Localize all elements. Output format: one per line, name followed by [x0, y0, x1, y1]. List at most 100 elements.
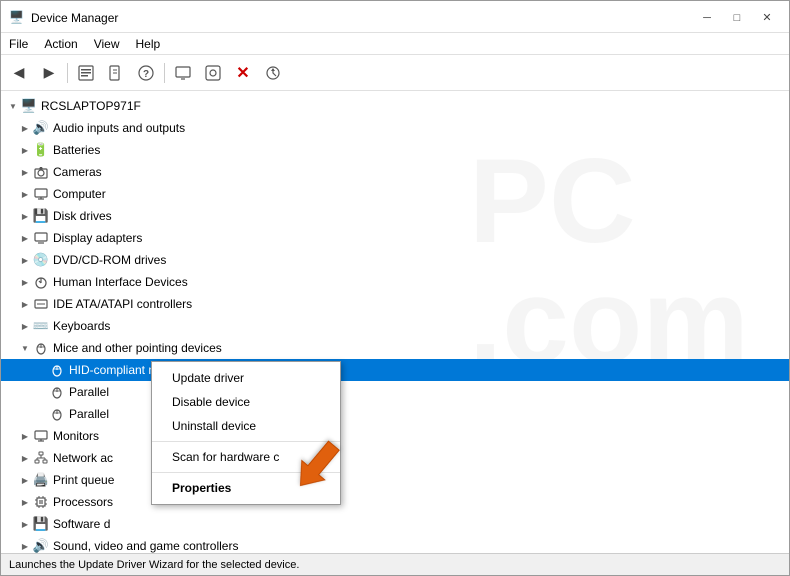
expand-processors-icon: ▶	[17, 494, 33, 510]
ctx-disable-device[interactable]: Disable device	[152, 390, 340, 414]
tree-item-mice[interactable]: ▼ Mice and other pointing devices	[1, 337, 789, 359]
back-button[interactable]: ◀	[5, 59, 33, 87]
hid-label: Human Interface Devices	[53, 275, 188, 289]
expand-monitors-icon: ▶	[17, 428, 33, 444]
computer-icon: 🖥️	[21, 98, 37, 114]
tree-item-network[interactable]: ▶ Network ac	[1, 447, 789, 469]
ctx-properties[interactable]: Properties	[152, 476, 340, 500]
toolbar: ◀ ▶ ? ✕	[1, 55, 789, 91]
tree-item-cameras[interactable]: ▶ Cameras	[1, 161, 789, 183]
tree-item-display[interactable]: ▶ Display adapters	[1, 227, 789, 249]
tree-item-sound[interactable]: ▶ 🔊 Sound, video and game controllers	[1, 535, 789, 553]
cameras-icon	[33, 164, 49, 180]
minimize-button[interactable]: ─	[693, 7, 721, 29]
scan-button[interactable]	[199, 59, 227, 87]
tree-item-audio[interactable]: ▶ 🔊 Audio inputs and outputs	[1, 117, 789, 139]
disk-icon: 💾	[33, 208, 49, 224]
help-button[interactable]: ?	[132, 59, 160, 87]
new-button[interactable]	[102, 59, 130, 87]
cameras-label: Cameras	[53, 165, 102, 179]
ctx-update-driver[interactable]: Update driver	[152, 366, 340, 390]
keyboard-icon: ⌨️	[33, 318, 49, 334]
tree-item-processors[interactable]: ▶ Processors	[1, 491, 789, 513]
title-left: 🖥️ Device Manager	[9, 10, 118, 26]
tree-item-software[interactable]: ▶ 💾 Software d	[1, 513, 789, 535]
dvd-icon: 💿	[33, 252, 49, 268]
tree-view[interactable]: ▼ 🖥️ RCSLAPTOP971F ▶ 🔊 Audio inputs and …	[1, 91, 789, 553]
tree-root[interactable]: ▼ 🖥️ RCSLAPTOP971F	[1, 95, 789, 117]
menu-view[interactable]: View	[86, 35, 128, 53]
tree-item-print[interactable]: ▶ 🖨️ Print queue	[1, 469, 789, 491]
display-label: Display adapters	[53, 231, 142, 245]
tree-item-hid[interactable]: ▶ Human Interface Devices	[1, 271, 789, 293]
keyboards-label: Keyboards	[53, 319, 110, 333]
tree-item-ide[interactable]: ▶ IDE ATA/ATAPI controllers	[1, 293, 789, 315]
print-icon: 🖨️	[33, 472, 49, 488]
expand-batteries-icon: ▶	[17, 142, 33, 158]
expand-disk-icon: ▶	[17, 208, 33, 224]
display-button[interactable]	[169, 59, 197, 87]
hid-mouse-icon	[49, 362, 65, 378]
audio-icon: 🔊	[33, 120, 49, 136]
close-button[interactable]: ✕	[753, 7, 781, 29]
tree-item-parallel2[interactable]: Parallel	[1, 403, 789, 425]
remove-button[interactable]: ✕	[229, 59, 257, 87]
mice-icon	[33, 340, 49, 356]
expand-parallel2-icon	[33, 406, 49, 422]
expand-sound-icon: ▶	[17, 538, 33, 553]
tree-item-keyboards[interactable]: ▶ ⌨️ Keyboards	[1, 315, 789, 337]
tree-item-batteries[interactable]: ▶ 🔋 Batteries	[1, 139, 789, 161]
batteries-icon: 🔋	[33, 142, 49, 158]
tree-item-disk[interactable]: ▶ 💾 Disk drives	[1, 205, 789, 227]
comp-icon	[33, 186, 49, 202]
parallel1-icon	[49, 384, 65, 400]
expand-hid-icon: ▶	[17, 274, 33, 290]
display-adapter-icon	[33, 230, 49, 246]
maximize-button[interactable]: □	[723, 7, 751, 29]
menu-bar: File Action View Help	[1, 33, 789, 55]
ctx-scan-hardware[interactable]: Scan for hardware c	[152, 445, 340, 469]
expand-software-icon: ▶	[17, 516, 33, 532]
computer-label: Computer	[53, 187, 106, 201]
expand-root-icon: ▼	[5, 98, 21, 114]
menu-file[interactable]: File	[1, 35, 36, 53]
forward-button[interactable]: ▶	[35, 59, 63, 87]
tree-item-hid-mouse[interactable]: HID-compliant mouse	[1, 359, 789, 381]
menu-action[interactable]: Action	[36, 35, 85, 53]
tree-item-monitors[interactable]: ▶ Monitors	[1, 425, 789, 447]
ctx-uninstall-device[interactable]: Uninstall device	[152, 414, 340, 438]
expand-print-icon: ▶	[17, 472, 33, 488]
status-bar: Launches the Update Driver Wizard for th…	[1, 553, 789, 575]
update-button[interactable]	[259, 59, 287, 87]
title-bar: 🖥️ Device Manager ─ □ ✕	[1, 1, 789, 33]
tree-item-parallel1[interactable]: Parallel	[1, 381, 789, 403]
tree-item-dvd[interactable]: ▶ 💿 DVD/CD-ROM drives	[1, 249, 789, 271]
software-icon: 💾	[33, 516, 49, 532]
network-label: Network ac	[53, 451, 113, 465]
dvd-label: DVD/CD-ROM drives	[53, 253, 166, 267]
title-controls: ─ □ ✕	[693, 7, 781, 29]
menu-help[interactable]: Help	[128, 35, 169, 53]
expand-display-icon: ▶	[17, 230, 33, 246]
expand-hid-mouse-icon	[33, 362, 49, 378]
batteries-label: Batteries	[53, 143, 100, 157]
expand-mice-icon: ▼	[17, 340, 33, 356]
mice-label: Mice and other pointing devices	[53, 341, 222, 355]
tree-item-computer[interactable]: ▶ Computer	[1, 183, 789, 205]
expand-dvd-icon: ▶	[17, 252, 33, 268]
ctx-divider-1	[152, 441, 340, 442]
parallel2-icon	[49, 406, 65, 422]
properties-button[interactable]	[72, 59, 100, 87]
expand-cameras-icon: ▶	[17, 164, 33, 180]
svg-text:?: ?	[143, 69, 149, 80]
ctx-divider-2	[152, 472, 340, 473]
audio-label: Audio inputs and outputs	[53, 121, 185, 135]
toolbar-separator-2	[164, 63, 165, 83]
expand-network-icon: ▶	[17, 450, 33, 466]
disk-label: Disk drives	[53, 209, 112, 223]
network-icon	[33, 450, 49, 466]
expand-ide-icon: ▶	[17, 296, 33, 312]
expand-audio-icon: ▶	[17, 120, 33, 136]
monitors-label: Monitors	[53, 429, 99, 443]
parallel2-label: Parallel	[69, 407, 109, 421]
